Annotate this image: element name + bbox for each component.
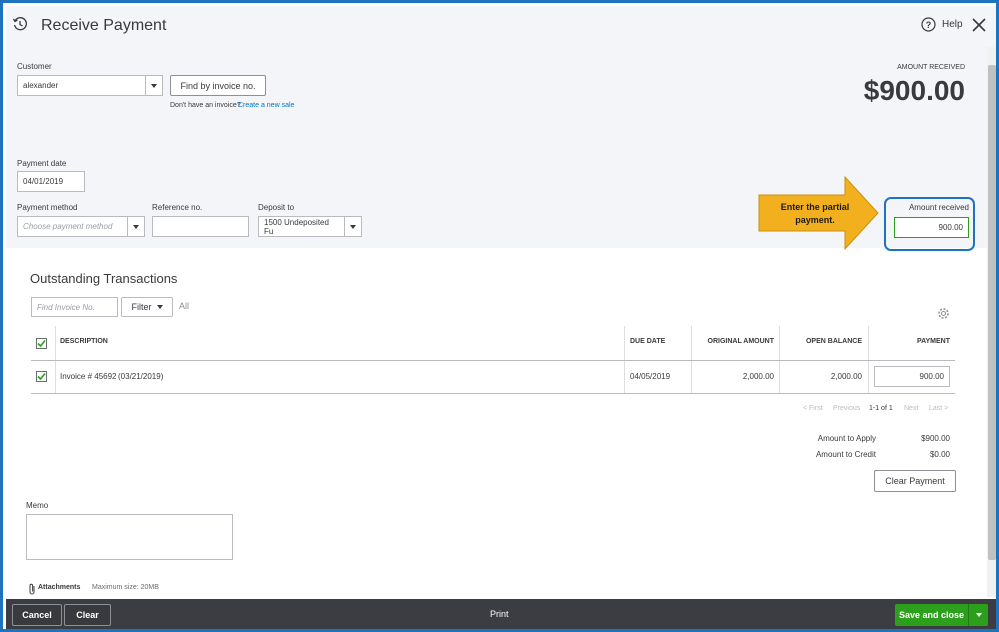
pagination-next[interactable]: Next (904, 405, 918, 412)
chevron-down-icon (151, 83, 157, 88)
column-header-open-balance: OPEN BALANCE (805, 338, 862, 345)
attachments-label[interactable]: Attachments (38, 584, 80, 591)
payment-method-label: Payment method (17, 203, 78, 212)
memo-label: Memo (26, 501, 49, 510)
select-all-checkbox[interactable] (36, 338, 47, 349)
attachments-max-size: Maximum size: 20MB (92, 584, 159, 591)
help-link[interactable]: Help (942, 19, 963, 30)
checkmark-icon (37, 372, 46, 381)
deposit-to-label: Deposit to (258, 203, 295, 212)
invoice-date: (03/21/2019) (118, 372, 164, 381)
column-header-original-amount: ORIGINAL AMOUNT (707, 338, 775, 345)
create-sale-link[interactable]: Create a new sale (238, 102, 294, 109)
no-invoice-text: Don't have an invoice? (170, 102, 241, 109)
close-icon[interactable] (971, 17, 987, 38)
memo-field[interactable] (26, 514, 233, 560)
cancel-button[interactable]: Cancel (12, 604, 62, 626)
save-and-close-button[interactable]: Save and close (895, 604, 969, 626)
paperclip-icon[interactable] (28, 582, 36, 600)
invoice-link[interactable]: Invoice # 45692 (60, 372, 117, 381)
deposit-to-select[interactable]: 1500 Undeposited Fu (258, 216, 345, 237)
svg-text:?: ? (926, 20, 932, 30)
amount-to-apply-value: $900.00 (921, 434, 950, 443)
save-options-dropdown[interactable] (969, 604, 988, 626)
amount-to-credit-label: Amount to Credit (815, 450, 876, 459)
chevron-down-icon (350, 224, 356, 229)
amount-received-label: AMOUNT RECEIVED (897, 64, 965, 71)
amount-received-field[interactable]: 900.00 (894, 217, 969, 238)
amount-to-credit-value: $0.00 (929, 450, 950, 459)
payment-date-label: Payment date (17, 159, 67, 168)
clear-payment-button[interactable]: Clear Payment (874, 470, 956, 492)
reference-field[interactable] (152, 216, 249, 237)
row-open-balance: 2,000.00 (830, 372, 862, 381)
footer-bar: Cancel Clear Print Save and close (6, 599, 996, 629)
column-header-due-date: DUE DATE (630, 338, 666, 345)
pagination-first[interactable]: < First (803, 405, 823, 412)
table-bottom-divider (31, 393, 955, 394)
amount-to-apply-label: Amount to Apply (817, 434, 876, 443)
receive-payment-window: Receive Payment ? Help Customer alexande… (0, 0, 999, 632)
column-header-description: DESCRIPTION (60, 338, 108, 345)
pagination-last[interactable]: Last > (929, 405, 948, 412)
chevron-down-icon (975, 613, 982, 617)
filter-label: Filter (131, 302, 152, 312)
print-link[interactable]: Print (490, 609, 509, 619)
deposit-to-dropdown-button[interactable] (344, 216, 362, 237)
chevron-down-icon (133, 224, 139, 229)
chevron-down-icon (156, 305, 163, 309)
customer-dropdown-button[interactable] (145, 75, 163, 96)
gear-icon[interactable] (937, 307, 950, 325)
amount-received-field-label: Amount received (908, 203, 969, 212)
payment-method-select[interactable]: Choose payment method (17, 216, 128, 237)
callout-text: Enter the partial payment. (780, 202, 850, 225)
column-header-payment: PAYMENT (916, 338, 950, 345)
vertical-scrollbar[interactable] (987, 47, 996, 597)
outstanding-title: Outstanding Transactions (30, 271, 178, 286)
scrollbar-thumb[interactable] (988, 65, 996, 560)
customer-select[interactable]: alexander (17, 75, 146, 96)
row-due-date: 04/05/2019 (630, 372, 671, 381)
page-title: Receive Payment (41, 17, 167, 34)
checkmark-icon (37, 339, 46, 348)
payment-method-dropdown-button[interactable] (127, 216, 145, 237)
find-by-invoice-button[interactable]: Find by invoice no. (170, 75, 266, 96)
customer-label: Customer (17, 62, 52, 71)
save-and-close-split-button: Save and close (895, 604, 988, 626)
row-original-amount: 2,000.00 (742, 372, 774, 381)
clear-button[interactable]: Clear (64, 604, 111, 626)
filter-all-label: All (179, 301, 190, 311)
payment-date-field[interactable]: 04/01/2019 (17, 171, 85, 192)
help-icon[interactable]: ? (921, 17, 936, 37)
row-payment-field[interactable]: 900.00 (874, 366, 950, 387)
reference-label: Reference no. (152, 203, 203, 212)
pagination-range: 1-1 of 1 (869, 405, 893, 412)
find-invoice-input[interactable] (31, 297, 118, 317)
pagination-previous[interactable]: Previous (833, 405, 860, 412)
amount-received-total: $900.00 (863, 75, 965, 106)
recent-transactions-icon[interactable] (12, 16, 28, 37)
filter-button[interactable]: Filter (121, 297, 173, 317)
row-checkbox[interactable] (36, 371, 47, 382)
